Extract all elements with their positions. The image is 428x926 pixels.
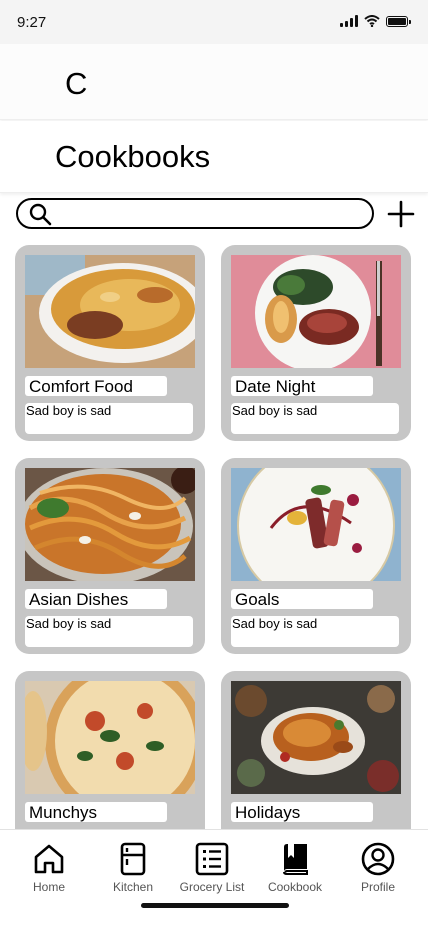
search-input[interactable] [58,203,358,223]
shepherds-pie-photo [25,255,195,368]
cookbook-title: Date Night [231,376,373,396]
nav-item-grocery-list[interactable]: Grocery List [170,842,254,898]
status-bar: 9:27 [0,0,428,44]
status-time: 9:27 [17,14,47,31]
battery-icon [386,15,411,27]
book-icon [283,844,308,875]
cookbook-card[interactable]: Munchys [15,671,205,830]
nav-item-profile[interactable]: Profile [336,842,420,898]
plus-icon [387,200,415,228]
add-cookbook-button[interactable] [386,199,416,229]
cookbook-title: Munchys [25,802,167,822]
cookbook-title: Goals [231,589,373,609]
home-indicator [141,903,289,908]
nav-label: Grocery List [179,880,245,894]
list-icon [195,842,229,876]
signal-icon [340,15,358,27]
status-icons [340,15,411,27]
nav-label: Home [32,880,65,894]
cookbook-card[interactable]: Holidays [221,671,411,830]
cookbook-description: Sad boy is sad [231,616,399,647]
roast-turkey-photo [231,681,401,794]
home-icon [34,844,64,874]
cookbook-description: Sad boy is sad [231,403,399,434]
steak-dinner-photo [231,255,401,368]
profile-icon [361,842,395,876]
cookbook-card[interactable]: Date Night Sad boy is sad [221,245,411,441]
app-logo: C [65,66,88,101]
plated-duck-photo [231,468,401,581]
bottom-nav: Home Kitchen Grocery List Cookbook Profi… [0,829,428,926]
wifi-icon [364,15,380,27]
nav-item-kitchen[interactable]: Kitchen [91,842,175,898]
cookbook-card[interactable]: Asian Dishes Sad boy is sad [15,458,205,654]
page-title: Cookbooks [55,139,211,174]
cookbook-description: Sad boy is sad [25,403,193,434]
title-bar: Cookbooks [0,121,428,193]
nav-item-cookbook[interactable]: Cookbook [253,842,337,898]
cookbook-grid: Comfort Food Sad boy is sad Date Night S… [15,245,413,830]
cookbook-title: Asian Dishes [25,589,167,609]
cookbook-title: Holidays [231,802,373,822]
pizza-photo [25,681,195,794]
search-box[interactable] [16,198,374,229]
kitchen-icon [120,842,146,876]
cookbook-card[interactable]: Goals Sad boy is sad [221,458,411,654]
app-header: C [0,44,428,120]
cookbook-description: Sad boy is sad [25,616,193,647]
search-icon [29,203,52,226]
cookbook-card[interactable]: Comfort Food Sad boy is sad [15,245,205,441]
noodles-photo [25,468,195,581]
nav-label: Cookbook [267,880,323,894]
nav-item-home[interactable]: Home [7,842,91,898]
nav-label: Kitchen [112,880,154,894]
nav-label: Profile [360,880,395,894]
cookbook-title: Comfort Food [25,376,167,396]
